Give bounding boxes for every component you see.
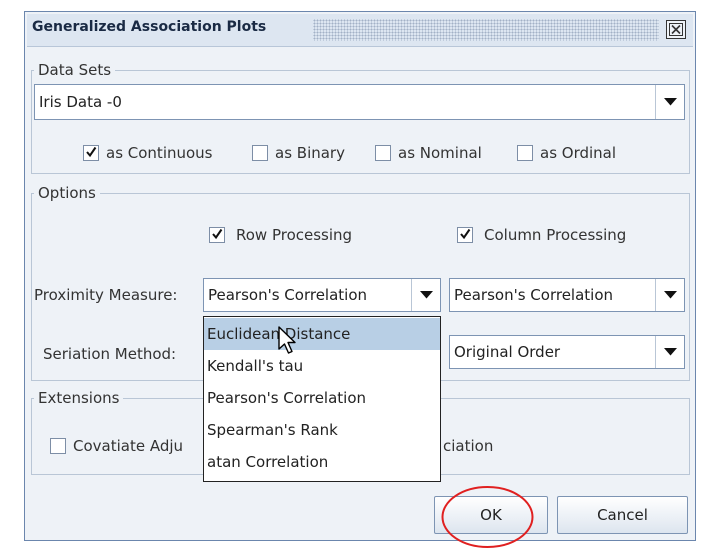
checkbox-column-processing[interactable]: Column Processing <box>457 226 626 244</box>
proximity-row-select-value: Pearson's Correlation <box>208 286 368 304</box>
checkbox-covariate-adjust[interactable]: Covatiate Adju <box>50 437 183 455</box>
checkbox-box[interactable] <box>50 438 66 454</box>
chevron-down-icon <box>664 348 677 356</box>
dropdown-item-pearsons-correlation[interactable]: Pearson's Correlation <box>204 382 440 414</box>
options-group-label: Options <box>34 184 100 202</box>
chevron-down-icon <box>664 98 677 106</box>
seriation-column-select-value: Original Order <box>454 343 561 361</box>
seriation-method-label: Seriation Method: <box>43 345 177 363</box>
annotation-circle <box>441 486 534 548</box>
checkbox-label: Covatiate Adju <box>73 437 184 455</box>
checkbox-box[interactable] <box>252 145 268 161</box>
checkbox-label: as Nominal <box>398 144 482 162</box>
close-button[interactable] <box>666 20 686 39</box>
data-sets-group-label: Data Sets <box>34 61 116 79</box>
mouse-pointer-icon <box>278 326 296 354</box>
checkmark-icon <box>460 228 471 240</box>
chevron-down-icon <box>420 291 433 299</box>
checkbox-label: Row Processing <box>236 226 353 244</box>
extensions-group-label: Extensions <box>34 389 124 407</box>
seriation-column-select[interactable]: Original Order <box>449 335 685 369</box>
data-set-select[interactable]: Iris Data -0 <box>34 84 685 120</box>
checkbox-box[interactable] <box>457 227 473 243</box>
checkbox-box[interactable] <box>83 145 99 161</box>
data-set-dropdown-arrow[interactable] <box>655 85 684 119</box>
cancel-button[interactable]: Cancel <box>557 496 688 534</box>
checkbox-as-continuous[interactable]: as Continuous <box>83 144 213 162</box>
checkbox-label: Column Processing <box>484 226 627 244</box>
seriation-column-dropdown-arrow[interactable] <box>655 336 684 368</box>
checkbox-label: as Binary <box>275 144 345 162</box>
proximity-column-select[interactable]: Pearson's Correlation <box>449 278 685 312</box>
checkbox-box[interactable] <box>209 227 225 243</box>
dropdown-item-spearmans-rank[interactable]: Spearman's Rank <box>204 414 440 446</box>
dialog-title: Generalized Association Plots <box>32 19 267 35</box>
checkbox-label: as Ordinal <box>540 144 617 162</box>
proximity-dropdown-list[interactable]: Euclidean Distance Kendall's tau Pearson… <box>203 316 441 482</box>
dropdown-item-atan-correlation[interactable]: atan Correlation <box>204 446 440 478</box>
checkbox-as-nominal[interactable]: as Nominal <box>375 144 482 162</box>
checkbox-box[interactable] <box>517 145 533 161</box>
proximity-measure-label: Proximity Measure: <box>34 286 178 304</box>
cancel-button-label: Cancel <box>597 506 648 524</box>
checkbox-label: as Continuous <box>106 144 213 162</box>
chevron-down-icon <box>664 291 677 299</box>
dropdown-item-kendalls-tau[interactable]: Kendall's tau <box>204 350 440 382</box>
checkbox-box[interactable] <box>375 145 391 161</box>
data-set-select-value: Iris Data -0 <box>39 93 122 111</box>
proximity-row-select[interactable]: Pearson's Correlation <box>203 278 441 312</box>
association-option-label: ciation <box>443 437 494 455</box>
title-bar-grip <box>313 19 659 41</box>
proximity-row-dropdown-arrow[interactable] <box>411 279 440 311</box>
checkbox-as-ordinal[interactable]: as Ordinal <box>517 144 616 162</box>
checkbox-row-processing[interactable]: Row Processing <box>209 226 352 244</box>
checkbox-as-binary[interactable]: as Binary <box>252 144 345 162</box>
proximity-column-dropdown-arrow[interactable] <box>655 279 684 311</box>
checkmark-icon <box>212 228 223 240</box>
checkmark-icon <box>86 146 97 158</box>
proximity-column-select-value: Pearson's Correlation <box>454 286 614 304</box>
dropdown-item-euclidean-distance[interactable]: Euclidean Distance <box>204 318 440 350</box>
close-icon <box>669 23 683 36</box>
